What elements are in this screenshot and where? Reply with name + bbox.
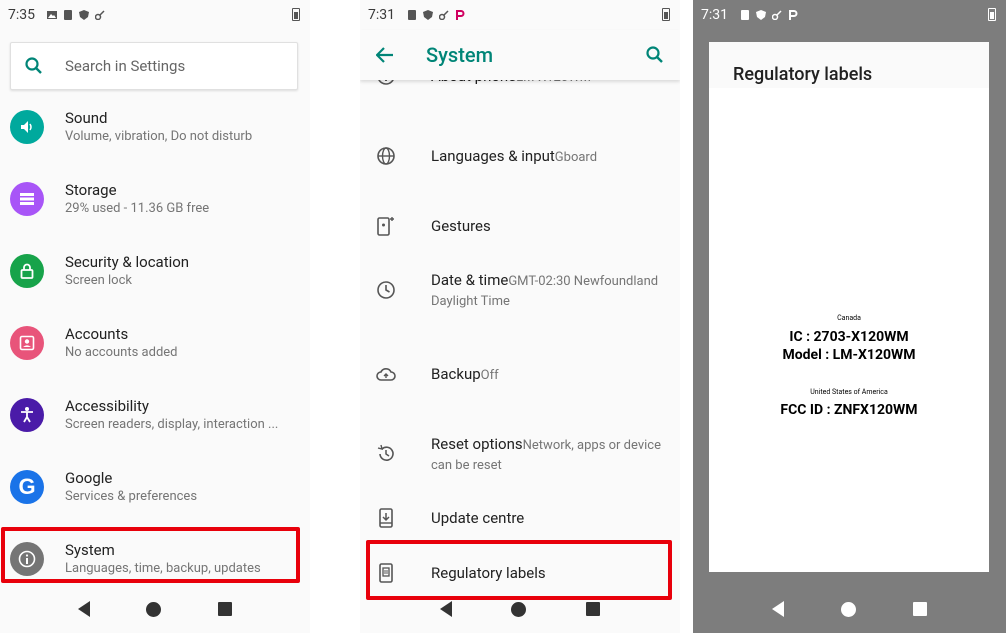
battery-icon (662, 8, 670, 21)
accessibility-icon (10, 398, 44, 432)
globe-icon (372, 142, 400, 170)
account-icon (10, 326, 44, 360)
item-title: Date & time (431, 271, 509, 289)
system-item-update-centre[interactable]: Update centre (360, 504, 680, 532)
app-bar: System (360, 30, 680, 80)
item-title: Storage (65, 181, 117, 199)
cloud-backup-icon (372, 360, 400, 388)
status-time: 7:31 (368, 7, 395, 23)
settings-search-bar[interactable]: Search in Settings (10, 42, 298, 90)
item-subtitle: Gboard (554, 150, 598, 165)
item-subtitle: Screen readers, display, interaction ... (65, 417, 279, 432)
parking-icon (789, 10, 798, 20)
regulatory-dialog: Regulatory labels Canada IC : 2703-X120W… (709, 42, 989, 572)
highlight-box-system (1, 527, 300, 583)
image-notification-icon (47, 11, 57, 19)
item-subtitle: Off (480, 368, 499, 383)
page-title: System (426, 43, 493, 67)
item-title: Accounts (65, 325, 129, 343)
system-item-languages[interactable]: Languages & inputGboard (360, 142, 680, 170)
system-item-gestures[interactable]: Gestures (360, 212, 680, 240)
status-bar: 7:31 (360, 0, 680, 30)
item-title: Accessibility (65, 397, 149, 415)
clock-icon (372, 276, 400, 304)
settings-screen: 7:35 Search in Settings Sound Volume, vib… (0, 0, 310, 633)
volume-icon (10, 110, 44, 144)
canada-label: Canada (837, 314, 861, 322)
navigation-bar (0, 585, 310, 633)
status-time: 7:31 (701, 7, 728, 23)
vpn-key-icon (772, 10, 782, 20)
dialog-title: Regulatory labels (733, 64, 873, 85)
item-subtitle: Screen lock (65, 273, 132, 288)
system-update-icon (372, 504, 400, 532)
usa-label: United States of America (810, 388, 888, 396)
battery-icon (292, 8, 300, 21)
notification-icon (64, 10, 72, 20)
item-subtitle: Volume, vibration, Do not disturb (65, 129, 253, 144)
model-number: Model : LM-X120WM (782, 347, 916, 363)
item-title: Languages & input (431, 147, 555, 165)
reset-icon (372, 440, 400, 468)
system-item-date-time[interactable]: Date & timeGMT-02:30 Newfoundland Daylig… (360, 270, 680, 310)
shield-icon (423, 10, 433, 20)
system-item-reset[interactable]: Reset optionsNetwork, apps or device can… (360, 434, 680, 474)
lock-icon (10, 254, 44, 288)
system-item-backup[interactable]: BackupOff (360, 360, 680, 388)
back-button[interactable] (78, 601, 91, 617)
item-title: Sound (65, 109, 108, 127)
home-button[interactable] (511, 601, 527, 617)
back-button[interactable] (439, 601, 452, 617)
item-subtitle: No accounts added (65, 345, 178, 360)
item-subtitle: Services & preferences (65, 489, 198, 504)
settings-item-accounts[interactable]: Accounts No accounts added (0, 324, 310, 362)
navigation-bar (360, 585, 680, 633)
settings-item-google[interactable]: G Google Services & preferences (0, 468, 310, 506)
system-screen: 7:31 System About phoneLM-X120WM Languag… (360, 0, 680, 633)
fcc-id: FCC ID : ZNFX120WM (780, 402, 918, 418)
home-button[interactable] (146, 601, 162, 617)
settings-item-security[interactable]: Security & location Screen lock (0, 252, 310, 290)
item-title: Security & location (65, 253, 190, 271)
status-bar: 7:35 (0, 0, 310, 30)
regulatory-labels-screen: 7:31 Regulatory labels Canada IC : 2703-… (693, 0, 1006, 633)
back-button[interactable] (771, 601, 784, 617)
recents-button[interactable] (586, 602, 601, 616)
settings-item-storage[interactable]: Storage 29% used - 11.36 GB free (0, 180, 310, 218)
item-title: Google (65, 469, 113, 487)
item-subtitle: 29% used - 11.36 GB free (65, 201, 210, 216)
status-bar: 7:31 (693, 0, 1006, 30)
battery-icon (988, 8, 996, 21)
vpn-key-icon (95, 10, 105, 20)
ic-number: IC : 2703-X120WM (789, 329, 909, 345)
notification-icon (408, 10, 416, 20)
shield-icon (79, 10, 89, 20)
parking-icon (456, 10, 465, 20)
search-placeholder: Search in Settings (65, 57, 186, 75)
item-title: Backup (431, 365, 481, 383)
status-time: 7:35 (8, 7, 35, 23)
navigation-bar (693, 585, 1006, 633)
google-icon: G (10, 470, 44, 504)
settings-item-sound[interactable]: Sound Volume, vibration, Do not disturb (0, 108, 310, 146)
item-title: Gestures (431, 217, 491, 235)
item-title: Reset options (431, 435, 523, 453)
search-icon[interactable] (646, 46, 664, 64)
regulatory-label-image: Canada IC : 2703-X120WM Model : LM-X120W… (709, 88, 989, 572)
recents-button[interactable] (217, 602, 232, 616)
recents-button[interactable] (913, 602, 928, 616)
back-arrow-icon[interactable] (376, 47, 394, 63)
shield-icon (756, 10, 766, 20)
notification-icon (741, 10, 749, 20)
storage-icon (10, 182, 44, 216)
item-title: Update centre (431, 509, 525, 527)
home-button[interactable] (840, 601, 856, 617)
search-icon (25, 57, 42, 74)
vpn-key-icon (439, 10, 449, 20)
gestures-icon (372, 212, 400, 240)
settings-item-accessibility[interactable]: Accessibility Screen readers, display, in… (0, 396, 310, 434)
